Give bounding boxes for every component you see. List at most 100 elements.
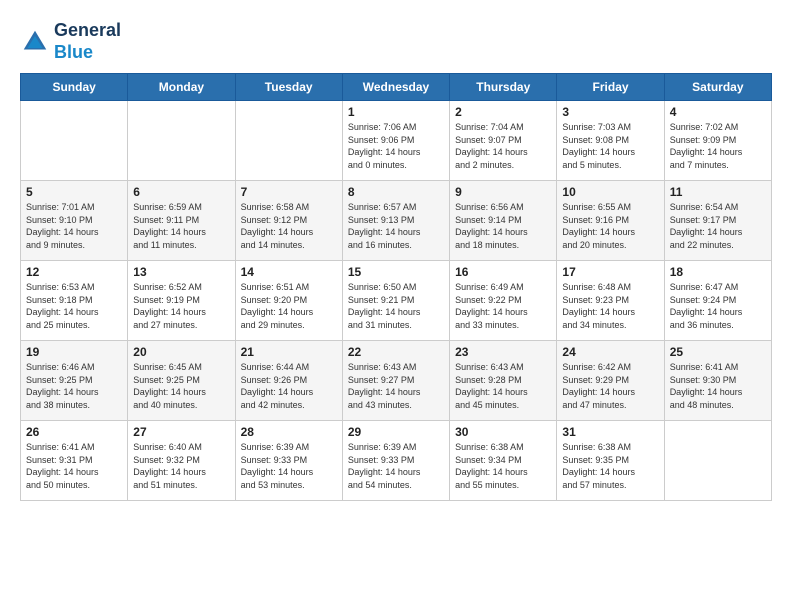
day-info: Sunrise: 6:46 AM Sunset: 9:25 PM Dayligh… [26, 361, 122, 411]
day-number: 1 [348, 105, 444, 119]
day-number: 24 [562, 345, 658, 359]
day-number: 29 [348, 425, 444, 439]
day-number: 11 [670, 185, 766, 199]
weekday-header-saturday: Saturday [664, 74, 771, 101]
day-number: 14 [241, 265, 337, 279]
day-cell: 16 Sunrise: 6:49 AM Sunset: 9:22 PM Dayli… [450, 261, 557, 341]
day-cell: 17 Sunrise: 6:48 AM Sunset: 9:23 PM Dayli… [557, 261, 664, 341]
weekday-header-thursday: Thursday [450, 74, 557, 101]
day-info: Sunrise: 6:51 AM Sunset: 9:20 PM Dayligh… [241, 281, 337, 331]
day-number: 17 [562, 265, 658, 279]
day-cell: 29 Sunrise: 6:39 AM Sunset: 9:33 PM Dayli… [342, 421, 449, 501]
day-number: 6 [133, 185, 229, 199]
day-cell [21, 101, 128, 181]
day-number: 18 [670, 265, 766, 279]
day-cell: 15 Sunrise: 6:50 AM Sunset: 9:21 PM Dayli… [342, 261, 449, 341]
day-info: Sunrise: 6:47 AM Sunset: 9:24 PM Dayligh… [670, 281, 766, 331]
day-number: 19 [26, 345, 122, 359]
weekday-header-sunday: Sunday [21, 74, 128, 101]
day-number: 30 [455, 425, 551, 439]
day-number: 22 [348, 345, 444, 359]
day-number: 4 [670, 105, 766, 119]
day-number: 9 [455, 185, 551, 199]
day-cell: 1 Sunrise: 7:06 AM Sunset: 9:06 PM Daylig… [342, 101, 449, 181]
day-cell: 18 Sunrise: 6:47 AM Sunset: 9:24 PM Dayli… [664, 261, 771, 341]
week-row-2: 5 Sunrise: 7:01 AM Sunset: 9:10 PM Daylig… [21, 181, 772, 261]
day-cell: 5 Sunrise: 7:01 AM Sunset: 9:10 PM Daylig… [21, 181, 128, 261]
day-info: Sunrise: 6:56 AM Sunset: 9:14 PM Dayligh… [455, 201, 551, 251]
day-number: 2 [455, 105, 551, 119]
day-cell: 7Sunrise: 6:58 AM Sunset: 9:12 PM Daylig… [235, 181, 342, 261]
day-info: Sunrise: 7:04 AM Sunset: 9:07 PM Dayligh… [455, 121, 551, 171]
day-number: 8 [348, 185, 444, 199]
day-info: Sunrise: 6:41 AM Sunset: 9:30 PM Dayligh… [670, 361, 766, 411]
weekday-header-friday: Friday [557, 74, 664, 101]
day-number: 7 [241, 185, 337, 199]
day-cell: 13Sunrise: 6:52 AM Sunset: 9:19 PM Dayli… [128, 261, 235, 341]
day-info: Sunrise: 6:39 AM Sunset: 9:33 PM Dayligh… [241, 441, 337, 491]
day-number: 16 [455, 265, 551, 279]
day-info: Sunrise: 6:42 AM Sunset: 9:29 PM Dayligh… [562, 361, 658, 411]
day-cell: 28Sunrise: 6:39 AM Sunset: 9:33 PM Dayli… [235, 421, 342, 501]
day-cell: 31 Sunrise: 6:38 AM Sunset: 9:35 PM Dayli… [557, 421, 664, 501]
day-cell: 9 Sunrise: 6:56 AM Sunset: 9:14 PM Daylig… [450, 181, 557, 261]
day-info: Sunrise: 7:02 AM Sunset: 9:09 PM Dayligh… [670, 121, 766, 171]
day-cell: 26 Sunrise: 6:41 AM Sunset: 9:31 PM Dayli… [21, 421, 128, 501]
day-cell: 6 Sunrise: 6:59 AM Sunset: 9:11 PM Daylig… [128, 181, 235, 261]
day-info: Sunrise: 6:43 AM Sunset: 9:28 PM Dayligh… [455, 361, 551, 411]
weekday-header-wednesday: Wednesday [342, 74, 449, 101]
day-number: 21 [241, 345, 337, 359]
day-number: 31 [562, 425, 658, 439]
day-number: 5 [26, 185, 122, 199]
day-info: Sunrise: 6:39 AM Sunset: 9:33 PM Dayligh… [348, 441, 444, 491]
day-info: Sunrise: 6:38 AM Sunset: 9:34 PM Dayligh… [455, 441, 551, 491]
day-info: Sunrise: 6:54 AM Sunset: 9:17 PM Dayligh… [670, 201, 766, 251]
day-cell: 25Sunrise: 6:41 AM Sunset: 9:30 PM Dayli… [664, 341, 771, 421]
day-info: Sunrise: 6:53 AM Sunset: 9:18 PM Dayligh… [26, 281, 122, 331]
day-cell: 24 Sunrise: 6:42 AM Sunset: 9:29 PM Dayli… [557, 341, 664, 421]
weekday-header-tuesday: Tuesday [235, 74, 342, 101]
day-cell [235, 101, 342, 181]
logo-text: General Blue [54, 20, 121, 63]
day-cell: 2 Sunrise: 7:04 AM Sunset: 9:07 PM Daylig… [450, 101, 557, 181]
day-number: 27 [133, 425, 229, 439]
week-row-5: 26 Sunrise: 6:41 AM Sunset: 9:31 PM Dayli… [21, 421, 772, 501]
day-info: Sunrise: 6:41 AM Sunset: 9:31 PM Dayligh… [26, 441, 122, 491]
day-cell: 21 Sunrise: 6:44 AM Sunset: 9:26 PM Dayli… [235, 341, 342, 421]
day-info: Sunrise: 6:55 AM Sunset: 9:16 PM Dayligh… [562, 201, 658, 251]
day-info: Sunrise: 6:40 AM Sunset: 9:32 PM Dayligh… [133, 441, 229, 491]
day-cell [664, 421, 771, 501]
day-cell: 12 Sunrise: 6:53 AM Sunset: 9:18 PM Dayli… [21, 261, 128, 341]
day-cell: 30 Sunrise: 6:38 AM Sunset: 9:34 PM Dayli… [450, 421, 557, 501]
day-info: Sunrise: 6:38 AM Sunset: 9:35 PM Dayligh… [562, 441, 658, 491]
day-info: Sunrise: 6:45 AM Sunset: 9:25 PM Dayligh… [133, 361, 229, 411]
logo: General Blue [20, 20, 121, 63]
day-cell [128, 101, 235, 181]
day-info: Sunrise: 6:49 AM Sunset: 9:22 PM Dayligh… [455, 281, 551, 331]
day-cell: 23Sunrise: 6:43 AM Sunset: 9:28 PM Dayli… [450, 341, 557, 421]
weekday-header-monday: Monday [128, 74, 235, 101]
day-cell: 14 Sunrise: 6:51 AM Sunset: 9:20 PM Dayli… [235, 261, 342, 341]
day-cell: 19 Sunrise: 6:46 AM Sunset: 9:25 PM Dayli… [21, 341, 128, 421]
day-info: Sunrise: 6:44 AM Sunset: 9:26 PM Dayligh… [241, 361, 337, 411]
day-number: 12 [26, 265, 122, 279]
day-info: Sunrise: 7:06 AM Sunset: 9:06 PM Dayligh… [348, 121, 444, 171]
day-number: 10 [562, 185, 658, 199]
day-info: Sunrise: 6:48 AM Sunset: 9:23 PM Dayligh… [562, 281, 658, 331]
day-number: 26 [26, 425, 122, 439]
day-info: Sunrise: 7:01 AM Sunset: 9:10 PM Dayligh… [26, 201, 122, 251]
calendar-table: SundayMondayTuesdayWednesdayThursdayFrid… [20, 73, 772, 501]
day-cell: 3Sunrise: 7:03 AM Sunset: 9:08 PM Daylig… [557, 101, 664, 181]
day-cell: 4 Sunrise: 7:02 AM Sunset: 9:09 PM Daylig… [664, 101, 771, 181]
page-header: General Blue [20, 20, 772, 63]
day-cell: 11 Sunrise: 6:54 AM Sunset: 9:17 PM Dayli… [664, 181, 771, 261]
day-cell: 10 Sunrise: 6:55 AM Sunset: 9:16 PM Dayli… [557, 181, 664, 261]
day-cell: 22Sunrise: 6:43 AM Sunset: 9:27 PM Dayli… [342, 341, 449, 421]
day-number: 15 [348, 265, 444, 279]
day-info: Sunrise: 6:59 AM Sunset: 9:11 PM Dayligh… [133, 201, 229, 251]
day-number: 3 [562, 105, 658, 119]
day-info: Sunrise: 6:50 AM Sunset: 9:21 PM Dayligh… [348, 281, 444, 331]
week-row-1: 1 Sunrise: 7:06 AM Sunset: 9:06 PM Daylig… [21, 101, 772, 181]
day-info: Sunrise: 6:57 AM Sunset: 9:13 PM Dayligh… [348, 201, 444, 251]
day-info: Sunrise: 6:52 AM Sunset: 9:19 PM Dayligh… [133, 281, 229, 331]
